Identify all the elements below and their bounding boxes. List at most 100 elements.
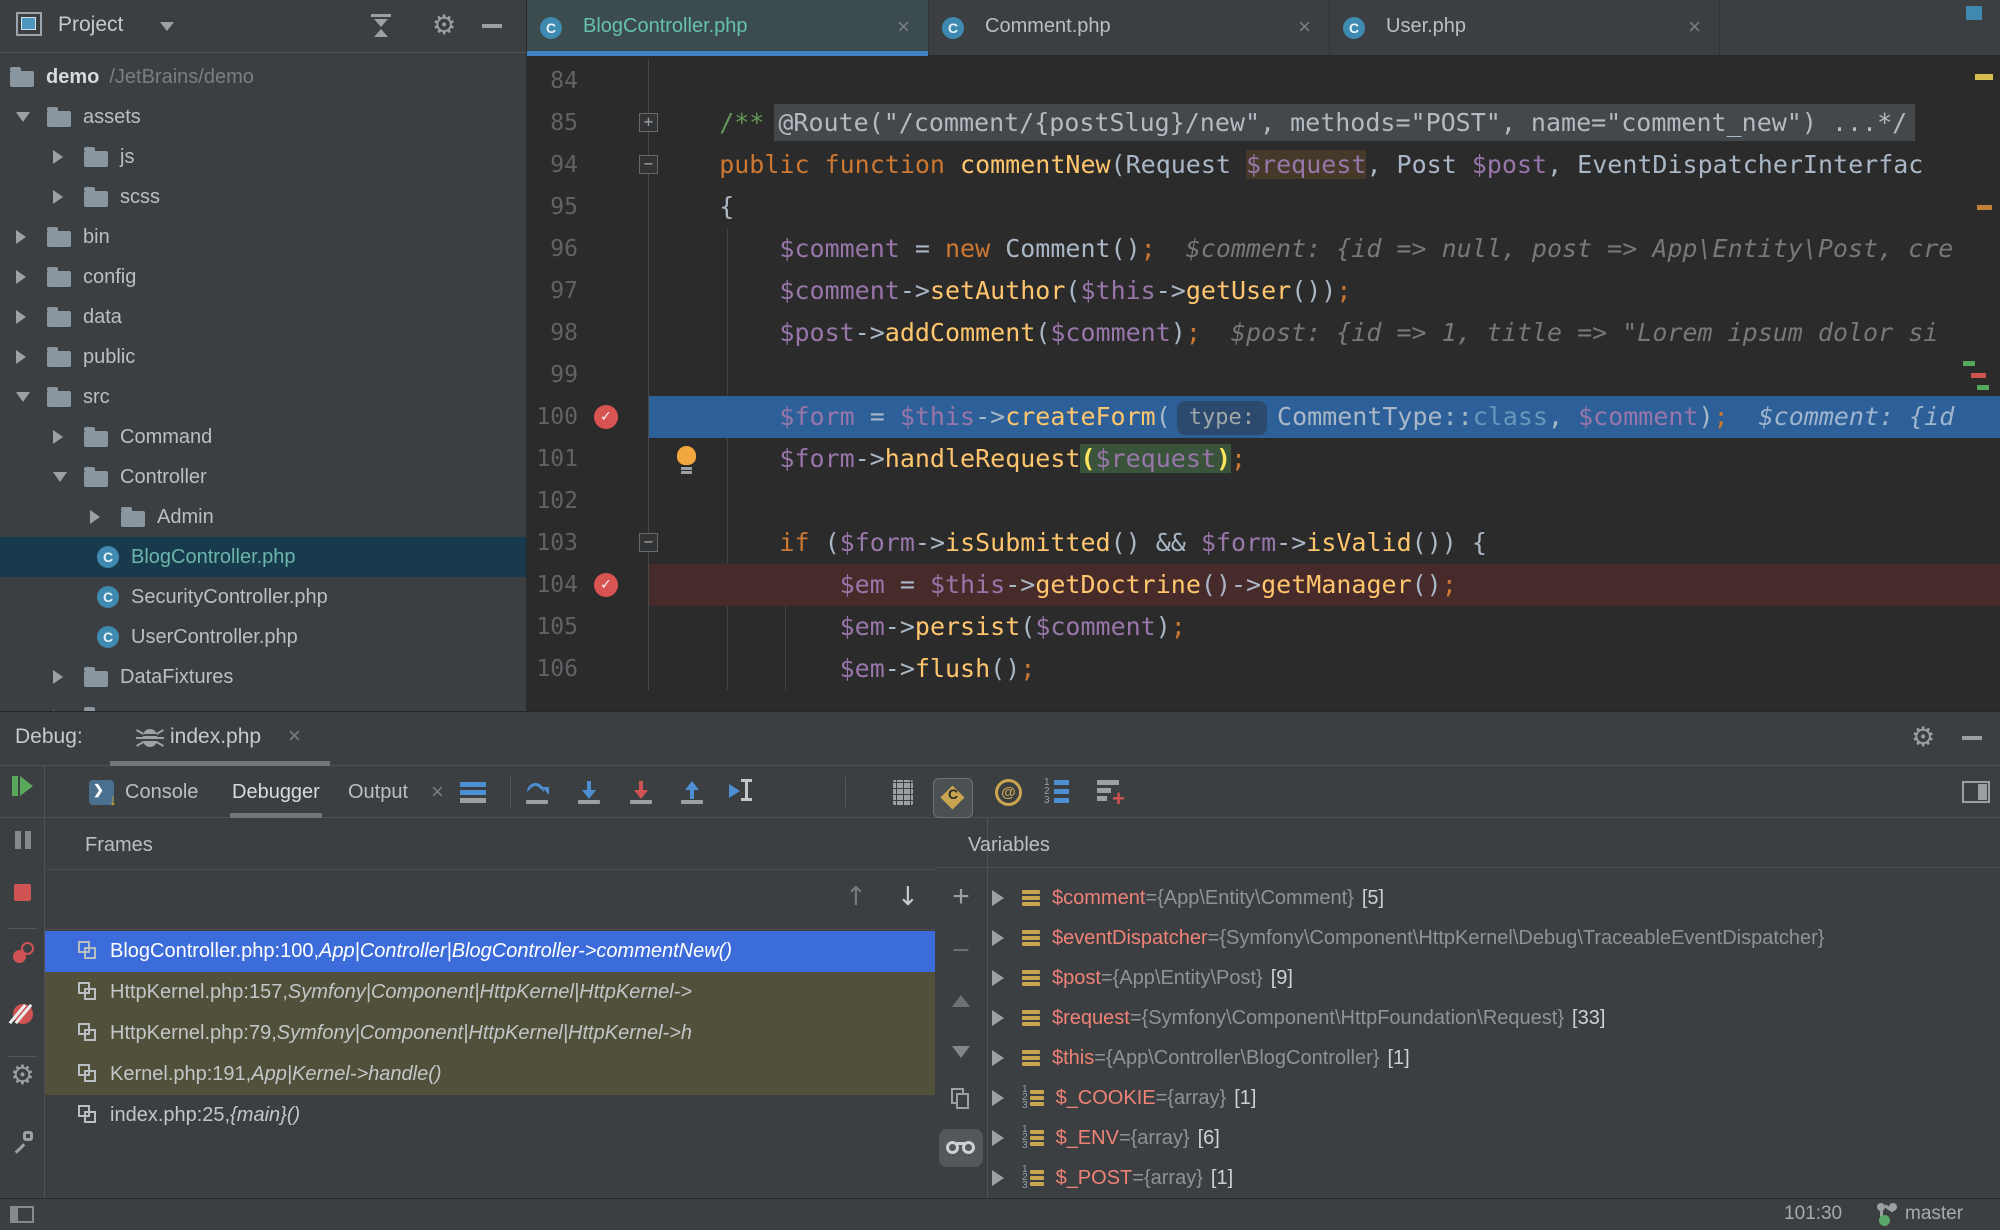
variable-row[interactable]: $request = {Symfony\Component\HttpFounda… — [988, 998, 2000, 1038]
gutter-cell[interactable] — [578, 186, 648, 228]
toolwindow-toggle-icon[interactable] — [10, 1206, 34, 1223]
tree-item-folder[interactable]: data — [0, 297, 526, 337]
code-text[interactable]: $form = $this->createForm(type: CommentTy… — [648, 396, 2000, 438]
close-icon[interactable]: × — [1298, 14, 1311, 40]
numbered-list-icon[interactable]: 1 2 3 — [1044, 766, 1069, 818]
tree-item-file[interactable]: C BlogController.php — [0, 537, 526, 577]
variable-row[interactable]: 1 2 3 $_ENV = {array} [6] — [988, 1118, 2000, 1158]
chevron-down-icon[interactable] — [47, 472, 84, 482]
code-line[interactable]: 106 $em->flush(); — [527, 648, 2000, 690]
php-console-icon[interactable]: C — [933, 772, 973, 824]
code-line[interactable]: 94 − public function commentNew(Request $… — [527, 144, 2000, 186]
chevron-right-icon[interactable] — [992, 1090, 1004, 1106]
add-watch-plus-icon[interactable]: + — [935, 880, 987, 914]
code-text[interactable]: $comment->setAuthor($this->getUser()); — [648, 270, 2000, 312]
rerun-icon[interactable] — [0, 776, 45, 796]
editor-tab[interactable]: C Comment.php × — [929, 0, 1330, 56]
code-text[interactable]: /** @Route("/comment/{postSlug}/new", met… — [648, 102, 2000, 144]
inspection-indicator[interactable] — [1966, 6, 1982, 20]
collapse-all-icon[interactable] — [368, 12, 396, 40]
tab-debugger[interactable]: Debugger — [232, 766, 320, 818]
chevron-right-icon[interactable] — [10, 310, 47, 324]
tree-item-folder[interactable]: Controller — [0, 457, 526, 497]
tree-item-file[interactable]: C SecurityController.php — [0, 577, 526, 617]
gutter-cell[interactable] — [578, 480, 648, 522]
add-watch-icon[interactable]: + — [1097, 766, 1125, 818]
gutter-cell[interactable] — [578, 438, 648, 480]
scrollbar-mark-red[interactable] — [1971, 373, 1986, 378]
evaluate-expression-icon[interactable] — [893, 766, 913, 818]
scrollbar-mark-green[interactable] — [1963, 361, 1975, 366]
scrollbar-mark-orange[interactable] — [1977, 205, 1992, 210]
hide-panel-icon[interactable] — [482, 24, 502, 28]
tree-item-folder[interactable]: bin — [0, 217, 526, 257]
gutter-cell[interactable]: ✓ — [578, 564, 648, 606]
step-into-icon[interactable] — [576, 766, 602, 818]
code-line[interactable]: 102 — [527, 480, 2000, 522]
code-text[interactable]: $em = $this->getDoctrine()->getManager()… — [648, 564, 2000, 606]
move-down-icon[interactable] — [935, 1046, 987, 1058]
project-panel-title[interactable]: Project — [58, 13, 123, 37]
mention-icon[interactable]: @ — [995, 766, 1022, 818]
gutter-cell[interactable] — [578, 270, 648, 312]
fold-expand-icon[interactable]: + — [639, 113, 658, 132]
tree-item-folder[interactable]: scss — [0, 177, 526, 217]
breakpoint-icon[interactable]: ✓ — [594, 573, 618, 597]
gutter-cell[interactable]: ✓ — [578, 396, 648, 438]
chevron-right-icon[interactable] — [10, 230, 47, 244]
code-line[interactable]: 95 { — [527, 186, 2000, 228]
pin-icon[interactable] — [0, 1130, 45, 1154]
tree-item-file[interactable]: C UserController.php — [0, 617, 526, 657]
fold-collapse-icon[interactable]: − — [639, 155, 658, 174]
frame-row[interactable]: HttpKernel.php:157, Symfony|Component|Ht… — [45, 972, 935, 1013]
code-text[interactable] — [648, 354, 2000, 396]
breakpoint-icon[interactable]: ✓ — [594, 405, 618, 429]
frame-row[interactable]: Kernel.php:191, App|Kernel->handle() — [45, 1054, 935, 1095]
gutter-cell[interactable] — [578, 60, 648, 102]
tree-item-folder[interactable] — [0, 697, 526, 711]
copy-icon[interactable] — [935, 1088, 987, 1110]
tree-item-folder[interactable]: DataFixtures — [0, 657, 526, 697]
remove-watch-minus-icon[interactable]: − — [935, 934, 987, 968]
tree-item-folder[interactable]: src — [0, 377, 526, 417]
gutter-cell[interactable] — [578, 606, 648, 648]
gear-icon[interactable]: ⚙ — [1911, 724, 1935, 751]
gutter-cell[interactable]: − — [578, 522, 658, 564]
force-step-into-icon[interactable] — [628, 766, 654, 818]
code-line[interactable]: 98 $post->addComment($comment); $post: {i… — [527, 312, 2000, 354]
code-text[interactable]: { — [648, 186, 2000, 228]
debug-session-tab[interactable]: index.php — [170, 725, 261, 749]
editor-tab[interactable]: C User.php × — [1330, 0, 1720, 56]
git-branch-name[interactable]: master — [1905, 1203, 1963, 1225]
tree-item-folder[interactable]: Admin — [0, 497, 526, 537]
variable-row[interactable]: $this = {App\Controller\BlogController} [… — [988, 1038, 2000, 1078]
close-icon[interactable]: × — [431, 766, 444, 818]
code-line[interactable]: 105 $em->persist($comment); — [527, 606, 2000, 648]
hide-panel-icon[interactable] — [1962, 736, 1982, 740]
code-text[interactable]: $post->addComment($comment); $post: {id =… — [648, 312, 2000, 354]
tab-output[interactable]: Output — [348, 766, 408, 818]
step-over-icon[interactable] — [524, 766, 550, 818]
watches-glasses-icon[interactable] — [935, 1129, 987, 1167]
chevron-right-icon[interactable] — [10, 270, 47, 284]
code-line[interactable]: 100 ✓ $form = $this->createForm(type: Comm… — [527, 396, 2000, 438]
gutter-cell[interactable] — [578, 312, 648, 354]
fold-collapse-icon[interactable]: − — [639, 533, 658, 552]
gutter-cell[interactable] — [578, 354, 648, 396]
tree-item-folder[interactable]: js — [0, 137, 526, 177]
frame-row[interactable]: HttpKernel.php:79, Symfony|Component|Htt… — [45, 1013, 935, 1054]
code-line[interactable]: 104 ✓ $em = $this->getDoctrine()->getMana… — [527, 564, 2000, 606]
step-out-icon[interactable] — [679, 766, 705, 818]
debugger-settings-gear-icon[interactable]: ⚙ — [0, 1062, 45, 1089]
chevron-right-icon[interactable] — [992, 1170, 1004, 1186]
chevron-right-icon[interactable] — [992, 890, 1004, 906]
code-text[interactable]: if ($form->isSubmitted() && $form->isVal… — [648, 522, 2000, 564]
gutter-cell[interactable]: − — [578, 144, 658, 186]
tab-console[interactable]: Console — [125, 766, 198, 818]
code-text[interactable]: $form->handleRequest($request); — [648, 438, 2000, 480]
tree-item-root[interactable]: demo/JetBrains/demo — [0, 57, 526, 97]
variable-row[interactable]: $comment = {App\Entity\Comment} [5] — [988, 878, 2000, 918]
code-line[interactable]: 103− if ($form->isSubmitted() && $form->… — [527, 522, 2000, 564]
frame-row[interactable]: index.php:25, {main}() — [45, 1095, 935, 1136]
scrollbar-mark-yellow[interactable] — [1975, 74, 1993, 80]
